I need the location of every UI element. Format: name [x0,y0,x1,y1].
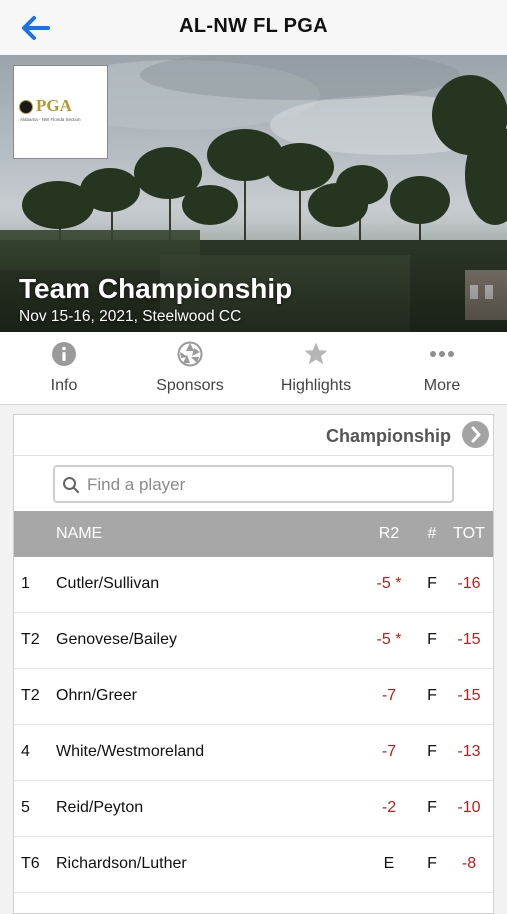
column-round[interactable]: R2 [359,525,419,543]
total-score: -10 [457,799,481,816]
round-score: -5 * [376,575,402,592]
pga-section-logo: PGA Alabama - NW Florida Section [13,65,108,159]
chevron-right-icon [471,426,481,443]
team-name: Richardson/Luther [56,855,187,872]
more-dots-icon [430,351,454,357]
round-score: E [383,855,395,872]
tab-highlights[interactable]: Highlights [253,332,379,404]
team-name: Reid/Peyton [56,799,144,816]
round-score: -2 [381,799,397,816]
star-icon [304,342,328,365]
search-input[interactable] [85,467,449,503]
event-title: Team Championship [19,273,293,304]
top-bar: AL-NW FL PGA [0,0,507,56]
leaderboard-header: NAME R2 # TOT [14,511,493,557]
hole-status: F [427,799,437,816]
table-row[interactable]: T6 Richardson/Luther E F -8 [14,837,493,893]
position: 1 [21,575,30,592]
position: T2 [21,687,40,704]
team-name: Genovese/Bailey [56,631,177,648]
pga-emblem-icon [19,100,33,114]
player-search [53,465,454,503]
search-icon [63,477,80,494]
hole-status: F [427,855,437,872]
round-score: -7 [381,687,397,704]
aperture-icon [177,341,203,367]
division-selector[interactable]: Championship [14,415,493,456]
tab-sponsors[interactable]: Sponsors [127,332,253,404]
tab-info[interactable]: Info [1,332,127,404]
table-row[interactable]: T2 Genovese/Bailey -5 * F -15 [14,613,493,669]
total-score: -13 [457,743,481,760]
info-icon [52,342,76,366]
table-row[interactable]: 1 Cutler/Sullivan -5 * F -16 [14,557,493,613]
hole-status: F [427,687,437,704]
total-score: -8 [461,855,477,872]
tab-more[interactable]: More [379,332,505,404]
position: T6 [21,855,40,872]
division-next-button[interactable] [462,421,489,448]
event-banner: PGA Alabama - NW Florida Section Team Ch… [0,55,507,332]
column-hole[interactable]: # [419,525,445,543]
total-score: -16 [457,575,481,592]
event-tab-bar: Info Sponsors Highlights More [0,332,507,405]
hole-status: F [427,743,437,760]
hole-status: F [427,575,437,592]
position: 5 [21,799,30,816]
team-name: White/Westmoreland [56,743,205,760]
round-score: -5 * [376,631,402,648]
position: 4 [21,743,30,760]
leaderboard-card: Championship NAME R2 # TOT 1 Cutler/Sull… [13,414,494,914]
total-score: -15 [457,631,481,648]
column-name[interactable]: NAME [56,525,102,543]
position: T2 [21,631,40,648]
table-row[interactable]: 4 White/Westmoreland -7 F -13 [14,725,493,781]
column-total[interactable]: TOT [450,525,488,543]
table-row[interactable]: 5 Reid/Peyton -2 F -10 [14,781,493,837]
total-score: -15 [457,687,481,704]
round-score: -7 [381,743,397,760]
team-name: Cutler/Sullivan [56,575,160,592]
table-row[interactable]: T2 Ohrn/Greer -7 F -15 [14,669,493,725]
division-label: Championship [326,426,451,446]
event-subtitle: Nov 15-16, 2021, Steelwood CC [19,308,242,325]
team-name: Ohrn/Greer [56,687,137,704]
hole-status: F [427,631,437,648]
app-title: AL-NW FL PGA [179,15,328,37]
